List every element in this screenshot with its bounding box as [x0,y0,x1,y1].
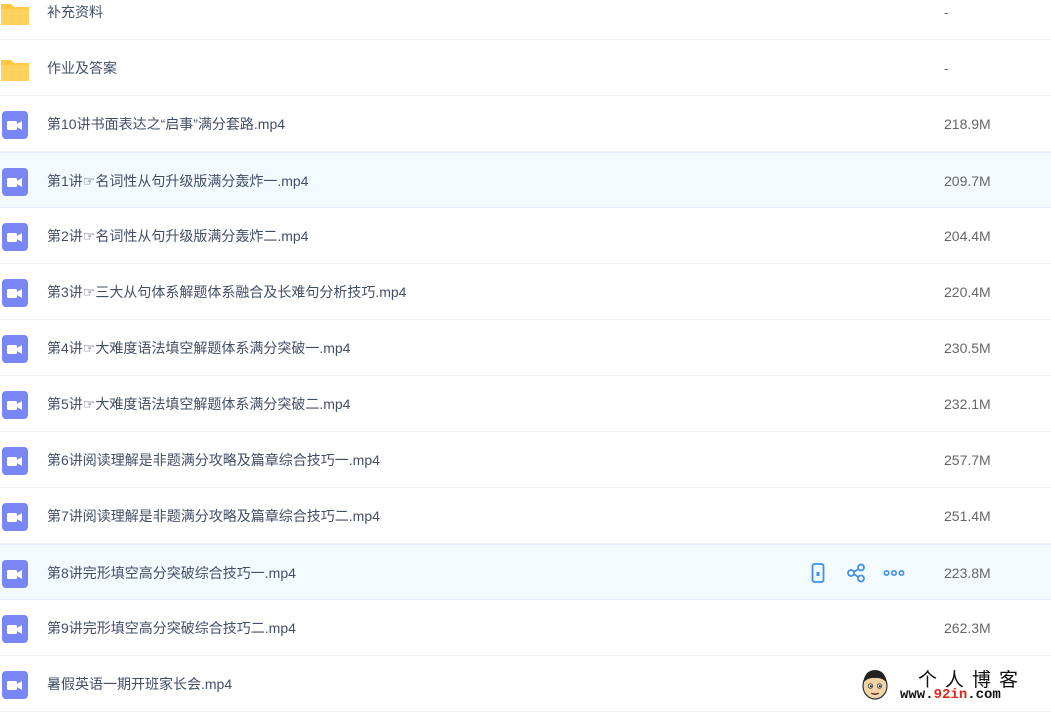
file-name[interactable]: 第10讲书面表达之“启事”满分套路.mp4 [47,96,285,152]
file-size: 262.3M [944,620,991,636]
file-size: 209.7M [944,173,991,189]
file-name[interactable]: 第1讲☞名词性从句升级版满分轰炸一.mp4 [47,153,308,209]
file-name[interactable]: 暑假英语一期开班家长会.mp4 [47,656,232,712]
video-file-icon [2,560,28,588]
file-size: 251.4M [944,508,991,524]
file-size: 230.5M [944,340,991,356]
file-row[interactable]: 第10讲书面表达之“启事”满分套路.mp4 218.9M [0,96,1051,152]
video-file-icon [2,447,28,475]
file-row[interactable]: 第7讲阅读理解是非题满分攻略及篇章综合技巧二.mp4 251.4M [0,488,1051,544]
phone-icon[interactable] [806,561,830,585]
video-file-icon [2,671,28,699]
video-file-icon [2,111,28,139]
blog-watermark: 个人博客 www.92in.com [858,667,1048,707]
file-name[interactable]: 第9讲完形填空高分突破综合技巧二.mp4 [47,600,296,656]
file-row[interactable]: 第3讲☞三大从句体系解题体系融合及长难句分析技巧.mp4 220.4M [0,264,1051,320]
file-size: - [944,60,949,76]
file-size: - [944,4,949,20]
file-row[interactable]: 第1讲☞名词性从句升级版满分轰炸一.mp4 209.7M [0,152,1051,208]
file-size: 257.7M [944,452,991,468]
file-name[interactable]: 第7讲阅读理解是非题满分攻略及篇章综合技巧二.mp4 [47,488,380,544]
file-row[interactable]: 第2讲☞名词性从句升级版满分轰炸二.mp4 204.4M [0,208,1051,264]
file-size: 204.4M [944,228,991,244]
file-row[interactable]: 补充资料 - [0,0,1051,40]
file-size: 220.4M [944,284,991,300]
video-file-icon [2,335,28,363]
file-row[interactable]: 第4讲☞大难度语法填空解题体系满分突破一.mp4 230.5M [0,320,1051,376]
cartoon-face-icon [862,670,888,700]
file-name[interactable]: 第6讲阅读理解是非题满分攻略及篇章综合技巧一.mp4 [47,432,380,488]
video-file-icon [2,615,28,643]
more-icon[interactable] [882,561,906,585]
file-row[interactable]: 第8讲完形填空高分突破综合技巧一.mp4 223.8M [0,544,1051,600]
file-name[interactable]: 第2讲☞名词性从句升级版满分轰炸二.mp4 [47,208,308,264]
file-row[interactable]: 作业及答案 - [0,40,1051,96]
file-size: 232.1M [944,396,991,412]
video-file-icon [2,168,28,196]
file-name[interactable]: 补充资料 [47,0,103,40]
watermark-url: www.92in.com [900,687,1001,703]
file-row[interactable]: 第5讲☞大难度语法填空解题体系满分突破二.mp4 232.1M [0,376,1051,432]
file-name[interactable]: 第4讲☞大难度语法填空解题体系满分突破一.mp4 [47,320,350,376]
file-size: 218.9M [944,116,991,132]
file-row[interactable]: 第9讲完形填空高分突破综合技巧二.mp4 262.3M [0,600,1051,656]
file-name[interactable]: 第8讲完形填空高分突破综合技巧一.mp4 [47,545,296,601]
folder-icon [1,4,29,25]
folder-icon [1,60,29,81]
file-row[interactable]: 第6讲阅读理解是非题满分攻略及篇章综合技巧一.mp4 257.7M [0,432,1051,488]
file-name[interactable]: 第5讲☞大难度语法填空解题体系满分突破二.mp4 [47,376,350,432]
video-file-icon [2,279,28,307]
file-size: 223.8M [944,565,991,581]
file-list: 补充资料 - 作业及答案 - 第10讲书面表达之“启事”满分套路.mp4 218… [0,0,1051,712]
share-icon[interactable] [844,561,868,585]
file-name[interactable]: 第3讲☞三大从句体系解题体系融合及长难句分析技巧.mp4 [47,264,406,320]
file-name[interactable]: 作业及答案 [47,40,117,96]
video-file-icon [2,391,28,419]
video-file-icon [2,503,28,531]
row-actions [806,560,906,586]
video-file-icon [2,223,28,251]
